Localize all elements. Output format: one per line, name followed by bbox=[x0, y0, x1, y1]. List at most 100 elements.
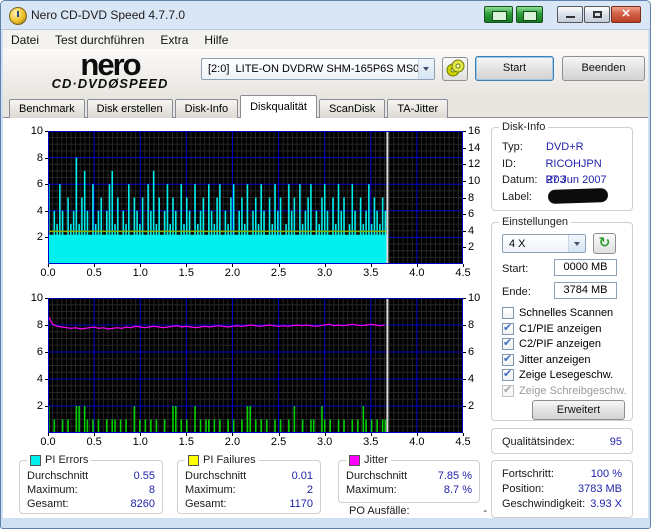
close-button[interactable]: ✕ bbox=[611, 6, 641, 23]
axis-tick-label: 2 bbox=[468, 241, 498, 253]
axis-tick-label: 1.5 bbox=[174, 436, 198, 448]
drive-select[interactable]: [2:0] LITE-ON DVDRW SHM-165P6S MS0R bbox=[201, 58, 435, 80]
axis-tick-label: 10 bbox=[468, 292, 498, 304]
stat-row-gesamt: Gesamt:8260 bbox=[20, 497, 162, 511]
checkbox-c1-pie-anzeigen[interactable]: ✔ C1/PIE anzeigen bbox=[502, 322, 602, 336]
checkbox-box[interactable]: ✔ bbox=[502, 354, 514, 366]
menu-item-hilfe[interactable]: Hilfe bbox=[196, 30, 236, 47]
statbox-title: Jitter bbox=[346, 454, 391, 466]
axis-tick-label: 3.5 bbox=[359, 267, 383, 279]
progress-label: Fortschritt: bbox=[502, 467, 554, 482]
titlebar[interactable]: Nero CD-DVD Speed 4.7.7.0 ✕ bbox=[1, 1, 650, 30]
axis-tick-mark bbox=[45, 131, 48, 132]
capture-image-button[interactable] bbox=[484, 6, 513, 23]
menu-item-datei[interactable]: Datei bbox=[3, 30, 47, 47]
axis-tick-label: 0.0 bbox=[36, 267, 60, 279]
axis-tick-label: 2.0 bbox=[220, 436, 244, 448]
eject-disc-button[interactable] bbox=[442, 57, 468, 81]
axis-tick-label: 2 bbox=[13, 231, 43, 243]
tab-scandisk[interactable]: ScanDisk bbox=[319, 99, 385, 118]
progress-row-geschwindigkeit: Geschwindigkeit:3.93 X bbox=[492, 497, 632, 512]
stat-value: 1170 bbox=[289, 497, 313, 511]
menu-item-extra[interactable]: Extra bbox=[152, 30, 196, 47]
check-icon: ✔ bbox=[503, 321, 512, 334]
statbox-name: Jitter bbox=[364, 454, 388, 466]
axis-tick-mark bbox=[463, 198, 466, 199]
start-button[interactable]: Start bbox=[475, 56, 554, 81]
checkbox-label: Schnelles Scannen bbox=[519, 307, 613, 319]
axis-tick-label: 8 bbox=[13, 152, 43, 164]
disk-icon bbox=[523, 11, 537, 21]
stat-label: Maximum: bbox=[27, 483, 78, 497]
axis-tick-mark bbox=[325, 264, 326, 267]
chevron-down-icon[interactable] bbox=[418, 59, 434, 79]
check-icon: ✔ bbox=[503, 367, 512, 380]
axis-tick-label: 8 bbox=[468, 319, 498, 331]
tab-ta-jitter[interactable]: TA-Jitter bbox=[387, 99, 448, 118]
axis-tick-mark bbox=[463, 247, 466, 248]
disk-info-value: DVD+R bbox=[546, 139, 584, 155]
tab-diskqualit-t[interactable]: Diskqualität bbox=[240, 95, 317, 118]
axis-tick-mark bbox=[279, 433, 280, 436]
axis-tick-label: 6 bbox=[13, 178, 43, 190]
tab-benchmark[interactable]: Benchmark bbox=[9, 99, 85, 118]
axis-tick-label: 6 bbox=[468, 346, 498, 358]
checkbox-zeige-schreibgeschw[interactable]: ✔Zeige Schreibgeschw. bbox=[502, 384, 627, 398]
axis-tick-mark bbox=[463, 131, 466, 132]
checkbox-jitter-anzeigen[interactable]: ✔ Jitter anzeigen bbox=[502, 353, 591, 367]
axis-tick-label: 6 bbox=[13, 346, 43, 358]
stat-row-gesamt: Gesamt:1170 bbox=[178, 497, 320, 511]
axis-tick-label: 3.0 bbox=[313, 436, 337, 448]
checkbox-schnelles-scannen[interactable]: Schnelles Scannen bbox=[502, 306, 613, 320]
checkbox-label: Jitter anzeigen bbox=[519, 354, 591, 366]
speed-select[interactable]: 4 X bbox=[502, 234, 586, 253]
statbox-title: PI Errors bbox=[27, 454, 91, 466]
advanced-button[interactable]: Erweitert bbox=[532, 400, 625, 420]
checkbox-label: C1/PIE anzeigen bbox=[519, 323, 602, 335]
refresh-button[interactable]: ↻ bbox=[593, 233, 616, 254]
axis-tick-mark bbox=[186, 264, 187, 267]
stat-row-durchschnitt: Durchschnitt0.55 bbox=[20, 469, 162, 483]
checkbox-box[interactable]: ✔ bbox=[502, 385, 514, 397]
axis-tick-mark bbox=[48, 264, 49, 267]
disk-info-label: Typ: bbox=[502, 139, 546, 155]
check-icon: ✔ bbox=[503, 336, 512, 349]
axis-tick-mark bbox=[463, 231, 466, 232]
axis-tick-label: 1.0 bbox=[128, 436, 152, 448]
checkbox-box[interactable]: ✔ bbox=[502, 338, 514, 350]
settings-group: Einstellungen 4 X ↻ Start: 0000 MB Ende:… bbox=[491, 222, 633, 421]
checkbox-zeige-lesegeschw[interactable]: ✔Zeige Lesegeschw. bbox=[502, 368, 613, 382]
end-field[interactable]: 3784 MB bbox=[554, 282, 617, 299]
checkbox-box[interactable] bbox=[502, 307, 514, 319]
save-image-button[interactable] bbox=[516, 6, 543, 23]
checkbox-box[interactable]: ✔ bbox=[502, 369, 514, 381]
chevron-down-icon[interactable] bbox=[568, 235, 585, 252]
minimize-button[interactable] bbox=[557, 6, 583, 23]
tab-disk-erstellen[interactable]: Disk erstellen bbox=[87, 99, 173, 118]
axis-tick-label: 10 bbox=[13, 292, 43, 304]
stat-value: 2 bbox=[307, 483, 313, 497]
stat-row-durchschnitt: Durchschnitt7.85 % bbox=[339, 469, 479, 483]
settings-title: Einstellungen bbox=[499, 216, 571, 228]
menu-item-test-durchf-hren[interactable]: Test durchführen bbox=[47, 30, 152, 47]
tab-disk-info[interactable]: Disk-Info bbox=[175, 99, 238, 118]
quit-button[interactable]: Beenden bbox=[562, 56, 645, 81]
axis-tick-mark bbox=[325, 433, 326, 436]
quality-index-value: 95 bbox=[610, 435, 622, 449]
checkbox-c2-pif-anzeigen[interactable]: ✔C2/PIF anzeigen bbox=[502, 337, 601, 351]
axis-tick-mark bbox=[371, 264, 372, 267]
disk-info-row-label: Label: bbox=[502, 189, 624, 205]
axis-tick-mark bbox=[94, 433, 95, 436]
checkbox-box[interactable]: ✔ bbox=[502, 323, 514, 335]
progress-row-fortschritt: Fortschritt:100 % bbox=[492, 467, 632, 482]
axis-tick-label: 2 bbox=[13, 400, 43, 412]
axis-tick-label: 1.0 bbox=[128, 267, 152, 279]
close-icon: ✕ bbox=[621, 8, 630, 20]
axis-tick-mark bbox=[48, 433, 49, 436]
axis-tick-mark bbox=[232, 264, 233, 267]
maximize-button[interactable] bbox=[584, 6, 610, 23]
window-title: Nero CD-DVD Speed 4.7.7.0 bbox=[31, 8, 185, 22]
drive-select-value: [2:0] LITE-ON DVDRW SHM-165P6S MS0R bbox=[208, 63, 418, 75]
disk-info-label: ID: bbox=[502, 156, 545, 172]
start-field[interactable]: 0000 MB bbox=[554, 259, 617, 276]
